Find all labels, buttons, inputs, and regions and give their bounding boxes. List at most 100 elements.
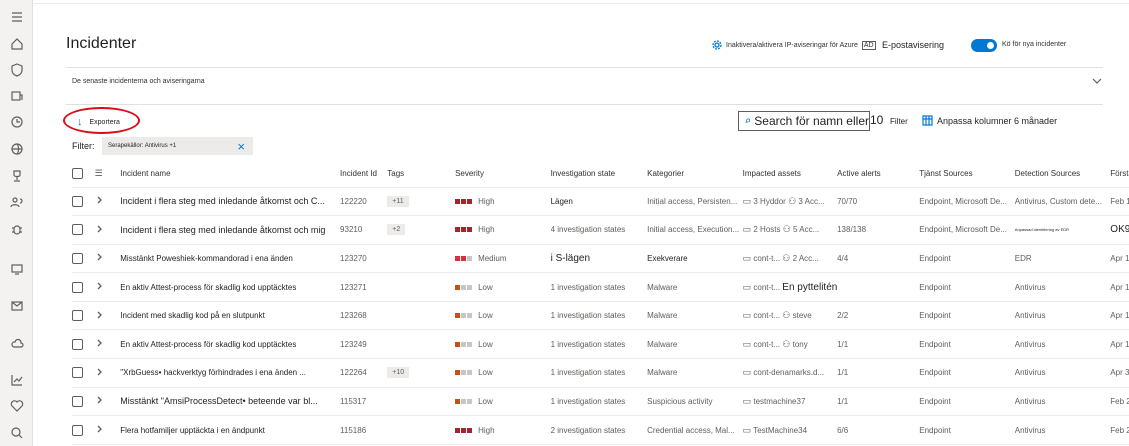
- chevron-right-icon[interactable]: [95, 368, 103, 376]
- table-row[interactable]: En aktiv Attest-process för skadlig kod …: [72, 272, 1129, 302]
- row-checkbox[interactable]: [72, 224, 83, 236]
- incident-name[interactable]: En aktiv Attest-process för skadlig kod …: [120, 272, 341, 302]
- incidents-page: Incidenter Inaktivera/aktivera IP-aviser…: [34, 0, 1129, 446]
- incident-name-text: Misstänkt Poweshiek-kommandorad i ena än…: [120, 253, 293, 263]
- chevron-right-icon[interactable]: [95, 253, 103, 261]
- category: Malware: [647, 272, 743, 302]
- asset-user: 3 Acc...: [798, 196, 825, 206]
- mail-icon[interactable]: [9, 299, 24, 314]
- col-header[interactable]: Investigation state: [550, 161, 648, 188]
- new-incident-queue-toggle[interactable]: [971, 39, 997, 52]
- search-input[interactable]: Search för namn eller: [738, 111, 870, 131]
- device-icon[interactable]: [9, 89, 24, 104]
- row-checkbox[interactable]: [72, 195, 83, 207]
- service-sources: Endpoint: [919, 415, 1015, 445]
- severity-label: Low: [478, 282, 493, 292]
- col-header[interactable]: Tags: [387, 161, 456, 188]
- select-all-checkbox[interactable]: [72, 168, 83, 180]
- active-alerts: 2/2: [837, 301, 920, 331]
- trophy-icon[interactable]: [9, 169, 24, 184]
- table-row[interactable]: Incident i flera steg med inledande åtko…: [72, 187, 1129, 217]
- incident-name[interactable]: Incident i flera steg med inledande åtko…: [120, 187, 341, 217]
- row-checkbox[interactable]: [72, 281, 83, 293]
- severity-label: Low: [478, 311, 493, 321]
- row-checkbox[interactable]: [72, 424, 83, 436]
- home-icon[interactable]: [9, 37, 24, 52]
- row-checkbox[interactable]: [72, 310, 83, 322]
- col-header[interactable]: Första: [1110, 161, 1129, 188]
- ip-alerts-toggle-link[interactable]: Inaktivera/aktivera IP-aviseringar för A…: [712, 40, 876, 50]
- tag-count-badge[interactable]: +11: [387, 195, 409, 207]
- search-placeholder: Search för namn eller: [754, 114, 869, 128]
- computer-icon: ▭: [742, 338, 752, 349]
- table-row[interactable]: Flera hotfamiljer upptäckta i en ändpunk…: [72, 415, 1129, 445]
- email-notification-label[interactable]: E-postavisering: [882, 40, 944, 50]
- shield-icon[interactable]: [9, 63, 24, 78]
- cloud-icon[interactable]: [9, 336, 24, 351]
- asset-host: 2 Hosts: [753, 225, 781, 235]
- incident-name[interactable]: Misstänkt Poweshiek-kommandorad i ena än…: [120, 244, 341, 274]
- col-header[interactable]: Tjänst Sources: [919, 161, 1015, 188]
- bug-icon[interactable]: [9, 222, 24, 237]
- first-activity: Apr 14: [1110, 301, 1129, 331]
- severity-bar: [467, 255, 473, 261]
- table-row[interactable]: Incident med skadlig kod på en slutpunkt…: [72, 301, 1129, 331]
- tag-count-badge[interactable]: +2: [387, 224, 406, 236]
- columns-icon: [922, 115, 933, 126]
- table-row[interactable]: Misstänkt Poweshiek-kommandorad i ena än…: [72, 244, 1129, 274]
- row-checkbox[interactable]: [72, 395, 83, 407]
- table-row[interactable]: Incident i flera steg med inledande åtko…: [72, 215, 1129, 245]
- incident-id: 123270: [340, 244, 388, 274]
- detection-sources: Antivirus: [1014, 415, 1111, 445]
- col-header[interactable]: Detection Sources: [1014, 161, 1111, 188]
- table-row[interactable]: En aktiv Attest-process för skadlig kod …: [72, 329, 1129, 360]
- customize-columns-label: Anpassa kolumner 6 månader: [937, 115, 1058, 126]
- table-row[interactable]: "XrbGuess• hackverktyg förhindrades i en…: [72, 358, 1129, 388]
- incident-id: 122220: [340, 187, 388, 217]
- row-checkbox[interactable]: [72, 252, 83, 264]
- chevron-right-icon[interactable]: [95, 425, 103, 433]
- hamburger-icon[interactable]: [9, 10, 24, 25]
- chevron-down-icon[interactable]: [1091, 74, 1103, 86]
- chevron-right-icon[interactable]: [95, 339, 103, 347]
- chevron-right-icon[interactable]: [95, 196, 103, 204]
- chart-icon[interactable]: [9, 373, 24, 388]
- col-header[interactable]: Active alerts: [837, 161, 920, 188]
- users-icon[interactable]: [9, 195, 24, 210]
- severity-bar: [455, 370, 461, 376]
- incident-name[interactable]: En aktiv Attest-process för skadlig kod …: [120, 329, 341, 360]
- asset-user: 5 Acc...: [793, 225, 820, 235]
- filter-button[interactable]: Filter: [890, 117, 908, 126]
- incident-name[interactable]: Flera hotfamiljer upptäckta i en ändpunk…: [120, 415, 341, 445]
- col-header[interactable]: Severity: [455, 161, 551, 188]
- chevron-right-icon[interactable]: [95, 282, 103, 290]
- computer-icon: ▭: [742, 195, 752, 206]
- close-icon[interactable]: ×: [237, 139, 245, 154]
- tag-count-badge[interactable]: +10: [387, 367, 410, 379]
- row-checkbox[interactable]: [72, 367, 83, 379]
- chevron-right-icon[interactable]: [95, 396, 103, 404]
- computer-icon[interactable]: [9, 262, 24, 277]
- table-row[interactable]: Misstänkt "AmsiProcessDetect• beteende v…: [72, 387, 1129, 417]
- incident-name[interactable]: Misstänkt "AmsiProcessDetect• beteende v…: [120, 387, 341, 417]
- search-icon[interactable]: [9, 426, 24, 441]
- chevron-right-icon[interactable]: [95, 225, 103, 233]
- filter-chip[interactable]: Serapekällor: Antivirus +1 ×: [102, 137, 253, 155]
- col-header[interactable]: Impacted assets: [742, 161, 838, 188]
- col-header[interactable]: Incident Id: [340, 161, 388, 188]
- incident-name[interactable]: Incident i flera steg med inledande åtko…: [120, 215, 341, 245]
- col-header[interactable]: Kategorier: [647, 161, 743, 188]
- incident-name[interactable]: "XrbGuess• hackverktyg förhindrades i en…: [120, 358, 341, 388]
- history-icon[interactable]: [9, 115, 24, 130]
- incident-name[interactable]: Incident med skadlig kod på en slutpunkt: [120, 301, 341, 331]
- annotation-ellipse: [63, 107, 140, 134]
- customize-columns-button[interactable]: Anpassa kolumner 6 månader: [922, 115, 1057, 126]
- computer-icon: ▭: [742, 224, 752, 235]
- col-header[interactable]: Incident name: [120, 161, 341, 188]
- incident-id: 115317: [340, 387, 388, 417]
- heart-icon[interactable]: [9, 399, 24, 414]
- chevron-right-icon[interactable]: [95, 311, 103, 319]
- row-checkbox[interactable]: [72, 338, 83, 350]
- globe-icon[interactable]: [9, 142, 24, 157]
- first-activity: Apr 14: [1110, 329, 1129, 360]
